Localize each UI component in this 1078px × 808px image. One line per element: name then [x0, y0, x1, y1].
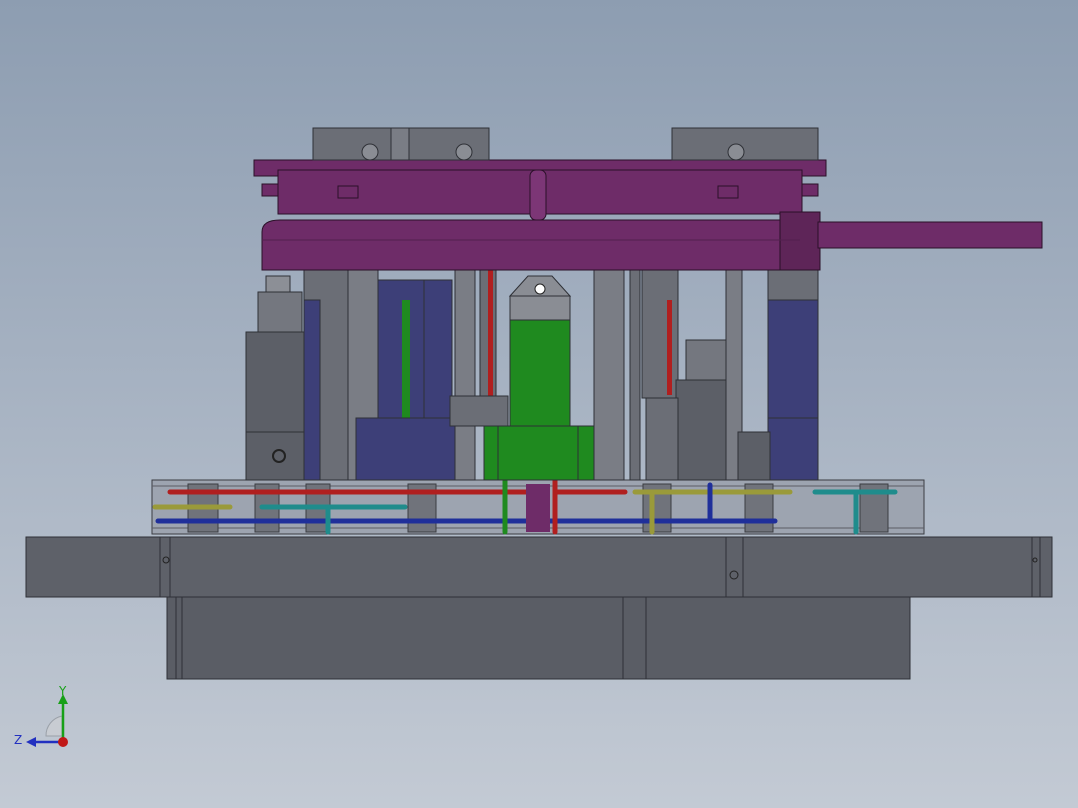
- right-columns[interactable]: [593, 267, 819, 481]
- base-plate[interactable]: [25, 536, 1053, 598]
- fixture-assembly-model[interactable]: [0, 0, 1078, 808]
- clamp-arm[interactable]: [253, 159, 1043, 271]
- center-valve[interactable]: [483, 275, 595, 481]
- left-valve-block[interactable]: [245, 275, 313, 481]
- cad-graphics-viewport[interactable]: Y Z: [0, 0, 1078, 808]
- top-brackets[interactable]: [312, 127, 819, 161]
- left-columns[interactable]: [303, 269, 509, 481]
- triad-z-label: Z: [14, 733, 22, 747]
- coordinate-triad-icon: Y Z: [14, 686, 68, 747]
- triad-y-label: Y: [58, 686, 67, 698]
- lower-block[interactable]: [166, 596, 911, 680]
